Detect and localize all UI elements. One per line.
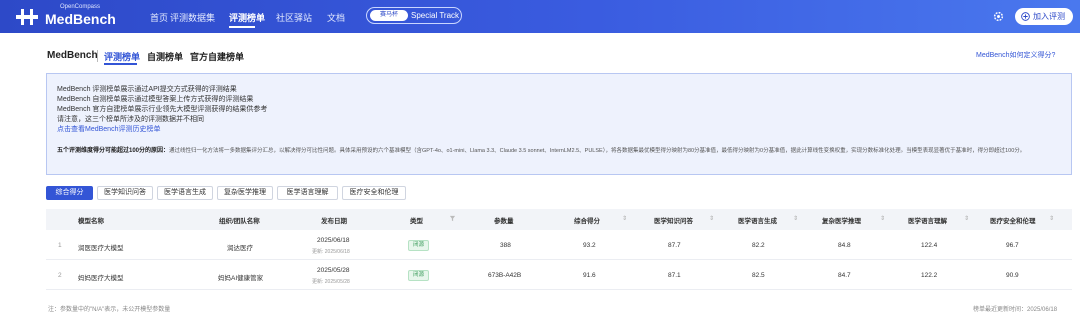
- sort-icon[interactable]: ⇕: [880, 215, 885, 222]
- tab-official-leaderboard[interactable]: 官方自建榜单: [190, 50, 244, 63]
- join-evaluation-button[interactable]: 加入评测: [1015, 8, 1073, 25]
- org-name: 妈妈AI健康管家: [218, 275, 264, 282]
- info-line: MedBench 官方自建榜单展示行业领先大模型评测获得的结果供参考: [57, 106, 268, 113]
- info-line: MedBench 自测榜单展示通过模型答案上传方式获得的评测结果: [57, 96, 254, 103]
- filter-complex-reasoning-button[interactable]: 复杂医学推理: [217, 186, 273, 200]
- safety-score: 96.7: [1006, 242, 1019, 249]
- column-header: 类型: [410, 218, 423, 225]
- special-track-button[interactable]: 赛马杯 Special Track: [366, 7, 462, 24]
- nav-home[interactable]: 首页: [150, 11, 168, 24]
- column-header: 模型名称: [78, 218, 104, 225]
- nav-active-indicator: [229, 26, 255, 28]
- understanding-score: 122.2: [921, 272, 938, 279]
- filter-safety-ethics-button[interactable]: 医疗安全和伦理: [342, 186, 406, 200]
- sort-icon[interactable]: ⇕: [709, 215, 714, 222]
- overall-score: 93.2: [583, 242, 596, 249]
- column-header: 医学语言理解: [908, 218, 947, 225]
- nav-leaderboard[interactable]: 评测榜单: [229, 11, 265, 24]
- sort-icon[interactable]: ⇕: [622, 215, 627, 222]
- model-name[interactable]: 润医医疗大模型: [78, 242, 124, 252]
- divider: [97, 50, 98, 62]
- logo-title: MedBench: [45, 11, 116, 27]
- info-panel: MedBench 评测榜单展示通过API提交方式获得的评测结果 MedBench…: [46, 73, 1072, 175]
- understanding-score: 122.4: [921, 242, 938, 249]
- plus-circle-icon: [1021, 12, 1030, 21]
- filter-language-understanding-button[interactable]: 医学语言理解: [277, 186, 338, 200]
- update-date: 更新: 2025/06/18: [312, 249, 350, 255]
- info-line: MedBench 评测榜单展示通过API提交方式获得的评测结果: [57, 86, 237, 93]
- score-note-title: 五个评测维度得分可能超过100分的原因：: [57, 148, 170, 154]
- score-note: 五个评测维度得分可能超过100分的原因：通过线性归一化方法将一多数据集评分汇总，…: [57, 146, 1063, 156]
- page-brand: MedBench: [47, 50, 98, 61]
- sort-icon[interactable]: ⇕: [964, 215, 969, 222]
- gear-icon[interactable]: [993, 11, 1004, 22]
- tab-evaluation-leaderboard[interactable]: 评测榜单: [104, 50, 140, 63]
- overall-score: 91.6: [583, 272, 596, 279]
- qa-score: 87.1: [668, 272, 681, 279]
- logo-subtitle: OpenCompass: [60, 4, 101, 10]
- filter-overall-button[interactable]: 综合得分: [46, 186, 93, 200]
- column-header: 医学知识问答: [654, 218, 693, 225]
- org-name: 润达医疗: [227, 245, 253, 252]
- table-header: 模型名称 组织/团队名称 发布日期 类型 参数量 综合得分 ⇕ 医学知识问答 ⇕…: [46, 209, 1072, 230]
- tab-active-indicator: [104, 63, 137, 65]
- column-header: 参数量: [494, 218, 514, 225]
- release-date: 2025/05/28: [317, 267, 350, 274]
- column-header: 综合得分: [574, 218, 600, 225]
- release-date: 2025/06/18: [317, 237, 350, 244]
- column-header: 复杂医学推理: [822, 218, 861, 225]
- generation-score: 82.5: [752, 272, 765, 279]
- sort-icon[interactable]: ⇕: [793, 215, 798, 222]
- rank: 1: [58, 242, 62, 249]
- safety-score: 90.9: [1006, 272, 1019, 279]
- params: 388: [500, 242, 511, 249]
- score-definition-link[interactable]: MedBench如何定义得分?: [976, 50, 1055, 60]
- table-row[interactable]: 1 润医医疗大模型 润达医疗 2025/06/18 更新: 2025/06/18…: [46, 230, 1072, 260]
- last-update-time: 榜单最近更新时间：2025/06/18: [973, 307, 1058, 313]
- footnote: 注：参数量中的"N/A"表示，未公开模型参数量: [48, 307, 171, 313]
- type-tag: 闭源: [408, 270, 429, 281]
- params: 673B-A42B: [488, 272, 522, 279]
- special-track-label: Special Track: [411, 11, 460, 20]
- generation-score: 82.2: [752, 242, 765, 249]
- model-name[interactable]: 妈妈医疗大模型: [78, 272, 124, 282]
- logo[interactable]: OpenCompass MedBench: [14, 3, 134, 31]
- join-evaluation-label: 加入评测: [1033, 12, 1065, 21]
- reasoning-score: 84.7: [838, 272, 851, 279]
- table-row[interactable]: 2 妈妈医疗大模型 妈妈AI健康管家 2025/05/28 更新: 2025/0…: [46, 260, 1072, 290]
- tab-self-test-leaderboard[interactable]: 自测榜单: [147, 50, 183, 63]
- qa-score: 87.7: [668, 242, 681, 249]
- nav-datasets[interactable]: 评测数据集: [170, 11, 215, 24]
- filter-medical-qa-button[interactable]: 医学知识问答: [97, 186, 153, 200]
- rank: 2: [58, 272, 62, 279]
- filter-icon[interactable]: [449, 215, 456, 222]
- nav-community[interactable]: 社区驿站: [276, 11, 312, 24]
- score-note-body: 通过线性归一化方法将一多数据集评分汇总，以解决得分可比性问题。具体采用预设的六个…: [169, 148, 1026, 154]
- reasoning-score: 84.8: [838, 242, 851, 249]
- filter-language-generation-button[interactable]: 医学语言生成: [157, 186, 213, 200]
- column-header: 医学语言生成: [738, 218, 777, 225]
- column-header: 医疗安全和伦理: [990, 218, 1036, 225]
- special-track-badge: 赛马杯: [370, 10, 408, 21]
- column-header: 组织/团队名称: [219, 218, 260, 225]
- sort-icon[interactable]: ⇕: [1049, 215, 1054, 222]
- history-leaderboard-link[interactable]: 点击查看MedBench评测历史榜单: [57, 124, 160, 134]
- top-navbar: OpenCompass MedBench 首页 评测数据集 评测榜单 社区驿站 …: [0, 0, 1080, 33]
- column-header: 发布日期: [321, 218, 347, 225]
- update-date: 更新: 2025/05/28: [312, 279, 350, 285]
- type-tag: 闭源: [408, 240, 429, 251]
- nav-docs[interactable]: 文档: [327, 11, 345, 24]
- info-line: 请注意，这三个榜单所涉及的评测数据并不相同: [57, 116, 204, 123]
- medbench-logo-icon: [16, 9, 38, 25]
